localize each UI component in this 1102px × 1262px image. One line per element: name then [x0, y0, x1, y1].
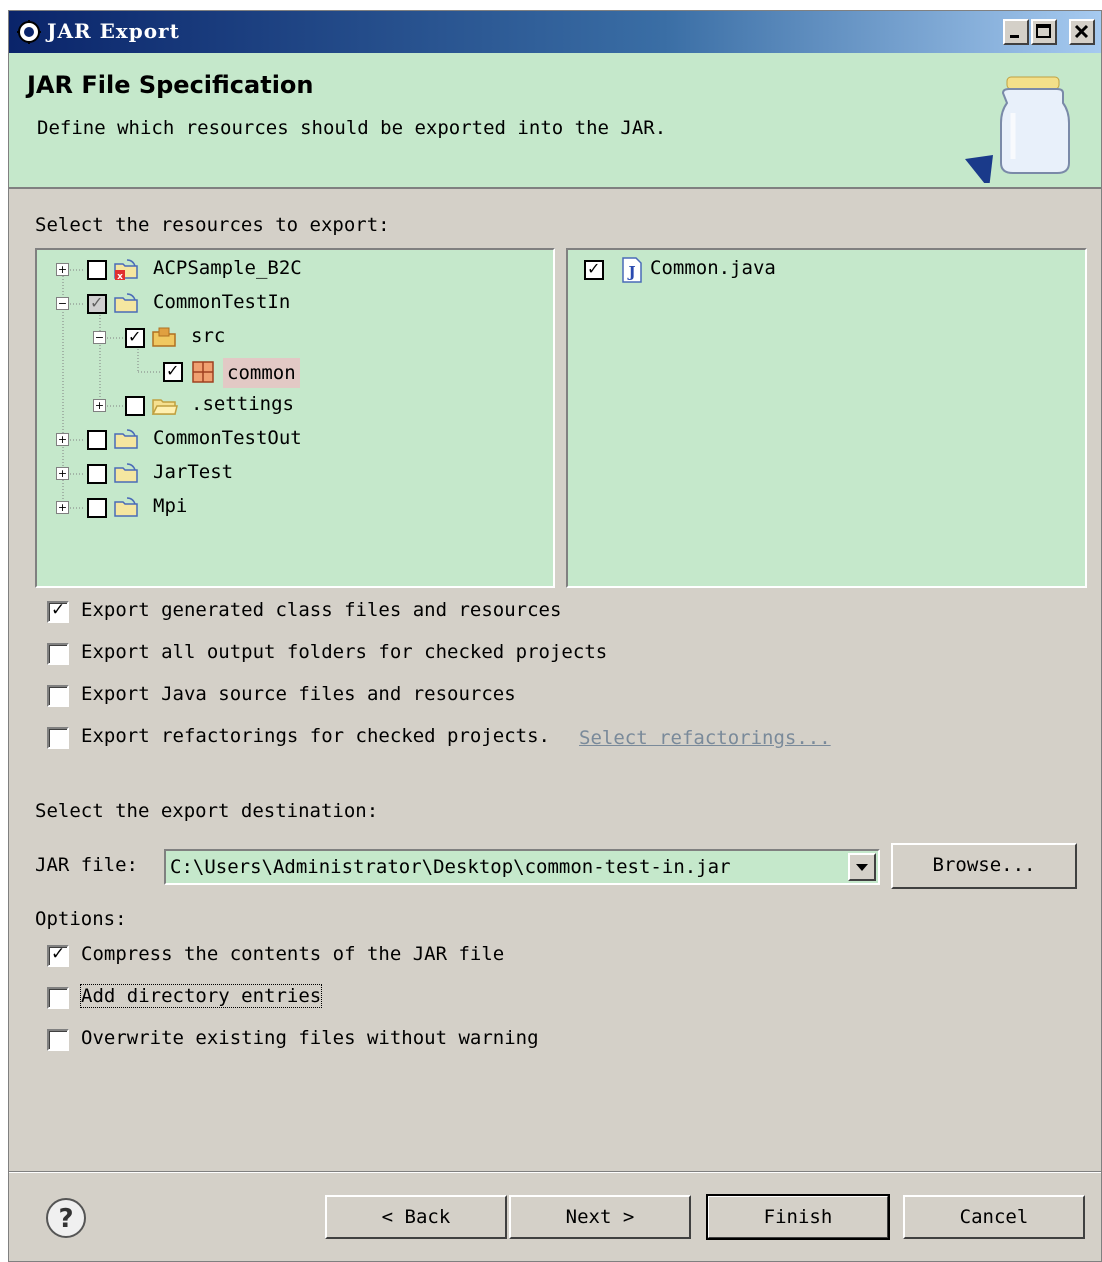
maximize-icon: [1036, 24, 1051, 38]
tree-label-mpi[interactable]: Mpi: [153, 495, 187, 517]
next-button[interactable]: Next >: [509, 1195, 691, 1239]
wizard-header: JAR File Specification Define which reso…: [9, 53, 1101, 189]
cancel-button[interactable]: Cancel: [903, 1195, 1085, 1239]
tree-checkbox-mpi[interactable]: [87, 498, 107, 518]
tree-label-settings[interactable]: .settings: [191, 393, 294, 415]
java-file-icon: J: [622, 257, 642, 283]
tree-checkbox-commontestin[interactable]: ✓: [87, 293, 107, 314]
svg-text:x: x: [117, 272, 123, 282]
jar-file-input[interactable]: C:\Users\Administrator\Desktop\common-te…: [170, 856, 731, 878]
finish-button[interactable]: Finish: [706, 1194, 890, 1240]
svg-text:J: J: [626, 263, 635, 281]
back-button[interactable]: < Back: [325, 1195, 507, 1239]
close-button[interactable]: [1069, 19, 1095, 45]
file-list[interactable]: ✓ J Common.java: [566, 248, 1087, 588]
page-description: Define which resources should be exporte…: [37, 117, 667, 139]
eclipse-icon: [17, 20, 41, 44]
tree-label-jartest[interactable]: JarTest: [153, 461, 233, 483]
compress-checkbox[interactable]: ✓: [47, 944, 69, 967]
title-bar[interactable]: JAR Export: [9, 11, 1101, 53]
maximize-button[interactable]: [1031, 19, 1057, 45]
export-refactorings-checkbox[interactable]: [47, 727, 69, 749]
project-error-icon: x: [114, 259, 138, 282]
package-icon: [192, 361, 214, 383]
select-refactorings-link[interactable]: Select refactorings...: [579, 727, 831, 749]
file-checkbox-common-java[interactable]: ✓: [584, 259, 604, 280]
close-icon: [1074, 24, 1089, 39]
minimize-icon: [1010, 35, 1019, 38]
tree-checkbox-commontestout[interactable]: [87, 430, 107, 450]
tree-checkbox-src[interactable]: ✓: [125, 327, 145, 348]
jar-export-dialog: JAR Export JAR File Specification Define…: [8, 10, 1102, 1262]
add-directory-entries-label: Add directory entries: [79, 984, 323, 1008]
export-class-files-label: Export generated class files and resourc…: [81, 599, 562, 621]
jar-file-dropdown-button[interactable]: [848, 853, 876, 881]
chevron-down-icon: [856, 864, 868, 871]
options-label: Options:: [35, 908, 127, 930]
export-output-folders-checkbox[interactable]: [47, 643, 69, 665]
tree-expander-src[interactable]: −: [93, 331, 106, 344]
export-source-files-label: Export Java source files and resources: [81, 683, 516, 705]
destination-label: Select the export destination:: [35, 800, 379, 822]
overwrite-label: Overwrite existing files without warning: [81, 1027, 539, 1049]
tree-checkbox-common[interactable]: ✓: [163, 361, 183, 382]
jar-file-combo[interactable]: C:\Users\Administrator\Desktop\common-te…: [164, 849, 880, 885]
compress-label: Compress the contents of the JAR file: [81, 943, 505, 965]
browse-button[interactable]: Browse...: [891, 843, 1077, 889]
tree-checkbox-jartest[interactable]: [87, 464, 107, 484]
page-title: JAR File Specification: [27, 71, 314, 99]
resources-label: Select the resources to export:: [35, 214, 390, 236]
project-folder-icon: [114, 429, 138, 449]
folder-icon: [151, 399, 178, 415]
export-class-files-checkbox[interactable]: ✓: [47, 600, 69, 623]
project-folder-icon: [114, 463, 138, 483]
resource-tree[interactable]: + x ACPSample_B2C − ✓ CommonTestIn − ✓ s…: [35, 248, 555, 588]
jar-file-label: JAR file:: [35, 854, 138, 876]
project-folder-icon: [114, 497, 138, 517]
tree-expander-commontestin[interactable]: −: [56, 297, 69, 310]
svg-text:?: ?: [58, 1204, 73, 1234]
add-directory-entries-checkbox[interactable]: [47, 987, 69, 1009]
minimize-button[interactable]: [1003, 19, 1029, 45]
file-label-common-java[interactable]: Common.java: [650, 257, 776, 279]
export-output-folders-label: Export all output folders for checked pr…: [81, 641, 608, 663]
button-bar-separator: [9, 1171, 1101, 1173]
window-title: JAR Export: [47, 19, 180, 43]
tree-expander-commontestout[interactable]: +: [56, 433, 69, 446]
tree-label-common[interactable]: common: [223, 358, 300, 388]
overwrite-checkbox[interactable]: [47, 1029, 69, 1051]
source-folder-icon: [152, 327, 176, 347]
tree-label-src[interactable]: src: [191, 325, 225, 347]
tree-label-commontestout[interactable]: CommonTestOut: [153, 427, 302, 449]
jar-icon: [965, 76, 1070, 183]
help-icon[interactable]: ?: [45, 1197, 87, 1239]
tree-label-acpsample[interactable]: ACPSample_B2C: [153, 257, 302, 279]
tree-checkbox-acpsample[interactable]: [87, 260, 107, 280]
tree-expander-jartest[interactable]: +: [56, 467, 69, 480]
export-refactorings-label: Export refactorings for checked projects…: [81, 725, 550, 747]
tree-expander-mpi[interactable]: +: [56, 501, 69, 514]
tree-label-commontestin[interactable]: CommonTestIn: [153, 291, 290, 313]
tree-expander-settings[interactable]: +: [93, 399, 106, 412]
export-source-files-checkbox[interactable]: [47, 685, 69, 707]
tree-expander-acpsample[interactable]: +: [56, 263, 69, 276]
tree-checkbox-settings[interactable]: [125, 396, 145, 416]
project-folder-icon: [114, 293, 138, 313]
